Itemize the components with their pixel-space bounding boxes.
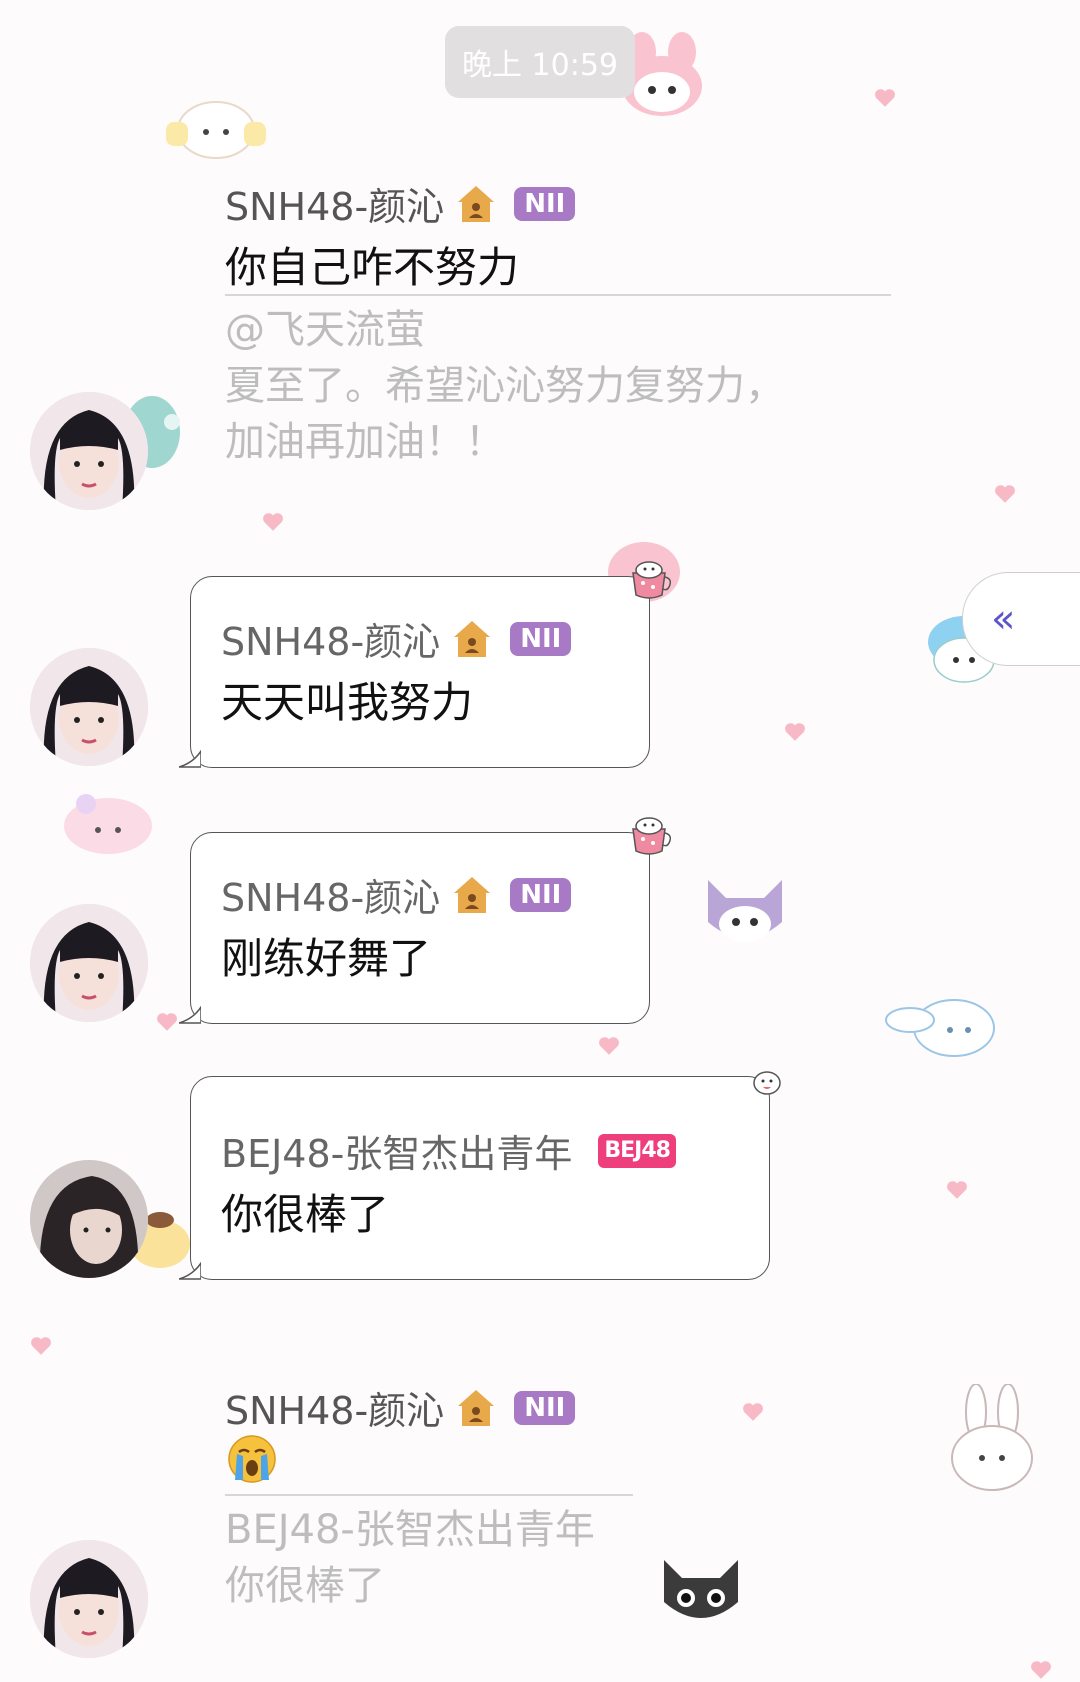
quoted-message[interactable]: @飞天流萤 夏至了。希望沁沁努力复努力， 加油再加油！！ [225,302,785,470]
cinnamoroll-sticker-icon [885,999,995,1057]
bubble-tail [179,1005,201,1024]
reply-divider [225,294,891,296]
teacup-icon [629,559,673,601]
team-badge: NII [514,1390,576,1425]
heart-icon [946,1180,968,1200]
timestamp-text: 晚上 10:59 [462,48,618,83]
bubble-tail [179,1261,201,1280]
heart-icon [874,88,896,108]
message-text: 你很棒了 [221,1190,390,1239]
sender-name[interactable]: SNH48-颜沁 [225,1380,444,1435]
sender-name[interactable]: SNH48-颜沁 [225,176,444,231]
home-icon [450,617,494,661]
message-text: 刚练好舞了 [221,934,432,983]
mascot-sticker-icon [751,1065,783,1097]
sender-line: SNH48-颜沁 NII [225,176,576,231]
avatar[interactable] [30,904,148,1022]
quoted-author: @飞天流萤 [225,307,425,353]
heart-icon [262,512,284,532]
home-icon [450,873,494,917]
cinnamoroll-sticker-icon [166,101,266,159]
sender-name[interactable]: SNH48-颜沁 [221,611,440,666]
avatar[interactable] [30,392,148,510]
kuromi-sticker-icon [708,880,782,942]
teacup-icon [629,815,673,857]
crying-face-icon [227,1434,277,1484]
quoted-author: BEJ48-张智杰出青年 [225,1507,595,1553]
collapse-panel-button[interactable]: « [962,572,1080,666]
double-chevron-left-icon: « [991,596,1016,642]
message-text[interactable]: 你自己咋不努力 [225,234,519,295]
quoted-text-line: 夏至了。希望沁沁努力复努力， [225,363,785,409]
sender-line: SNH48-颜沁 NII [225,1380,576,1435]
avatar[interactable] [30,1160,148,1278]
sender-line: SNH48-颜沁 NII [221,867,572,922]
quoted-text-line: 加油再加油！！ [225,419,505,465]
team-badge: NII [510,621,572,656]
team-badge: BEJ48 [598,1133,676,1168]
avatar[interactable] [30,1540,148,1658]
home-icon [454,182,498,226]
bubble-tail [179,749,201,768]
chococat-sticker-icon [664,1560,738,1618]
sender-line: BEJ48-张智杰出青年 BEJ48 [221,1123,676,1178]
home-icon [454,1386,498,1430]
heart-icon [156,1012,178,1032]
quoted-message[interactable]: BEJ48-张智杰出青年 你很棒了 [225,1502,595,1614]
team-badge: NII [514,186,576,221]
sender-name[interactable]: SNH48-颜沁 [221,867,440,922]
heart-icon [742,1402,764,1422]
avatar[interactable] [30,648,148,766]
sender-line: SNH48-颜沁 NII [221,611,572,666]
chat-area[interactable]: 晚上 10:59 SNH48-颜沁 NII 你自己咋不努力 @飞天流萤 夏至了。… [0,0,1080,1682]
heart-icon [994,484,1016,504]
message-bubble[interactable]: BEJ48-张智杰出青年 BEJ48 你很棒了 [179,1071,781,1280]
message-bubble[interactable]: SNH48-颜沁 NII 天天叫我努力 [179,561,672,768]
bunny-sticker-icon [951,1384,1033,1491]
heart-icon [1030,1660,1052,1680]
my-sweet-piano-sticker-icon [64,794,152,854]
heart-icon [784,722,806,742]
team-badge: NII [510,877,572,912]
quoted-text-line: 你很棒了 [225,1563,385,1609]
reply-divider [225,1494,633,1496]
message-bubble[interactable]: SNH48-颜沁 NII 刚练好舞了 [179,817,672,1024]
message-text: 天天叫我努力 [221,678,474,727]
sender-name[interactable]: BEJ48-张智杰出青年 [221,1123,572,1178]
timestamp-pill: 晚上 10:59 [445,26,635,98]
heart-icon [30,1336,52,1356]
heart-icon [598,1036,620,1056]
